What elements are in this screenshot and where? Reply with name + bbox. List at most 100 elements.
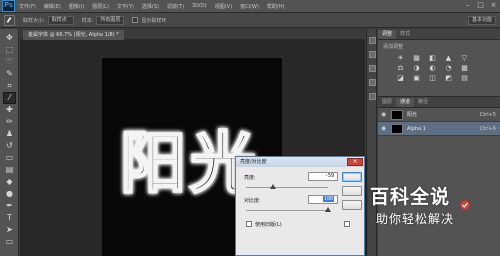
paragraph-panel-icon[interactable] [369, 93, 376, 100]
channel-row[interactable]: ◉ Alpha 1 Ctrl+6 [378, 122, 500, 136]
watermark: 百科全说 助你轻松解决 [364, 178, 496, 234]
character-panel-icon[interactable] [369, 79, 376, 86]
tab-layers[interactable]: 图层 [378, 98, 396, 107]
visibility-eye-icon[interactable]: ◉ [381, 111, 388, 118]
contrast-slider-track[interactable] [246, 210, 328, 211]
window-controls: – □ × [464, 2, 497, 9]
tab-adjustments[interactable]: 调整 [378, 30, 397, 39]
dialog-title-bar: 亮度/对比度 × [236, 157, 364, 167]
brightness-slider-track[interactable] [246, 187, 328, 188]
menu-3d[interactable]: 3D(D) [188, 3, 211, 9]
legacy-checkbox[interactable] [246, 221, 252, 227]
pen-tool-icon[interactable]: ✒ [4, 201, 15, 211]
brightness-input[interactable]: -59 [308, 172, 338, 181]
brightness-slider-thumb[interactable] [270, 184, 276, 189]
tab-styles[interactable]: 样式 [396, 30, 414, 39]
vibrance-adjust-icon[interactable]: ▽ [460, 54, 469, 62]
channel-name: 阳光 [407, 112, 418, 118]
show-ring-checkbox[interactable] [132, 17, 139, 23]
preview-checkbox[interactable] [344, 221, 350, 227]
history-panel-icon[interactable] [369, 37, 376, 44]
menu-select[interactable]: 选择(S) [138, 3, 163, 10]
color-balance-adjust-icon[interactable]: ⚖ [396, 64, 405, 72]
move-tool-icon[interactable]: ✥ [4, 33, 15, 43]
eyedropper-tool-icon[interactable] [4, 14, 15, 26]
close-icon[interactable]: × [490, 2, 497, 9]
auto-button[interactable] [342, 200, 362, 210]
options-bar: 取样大小: 取样点 样本: 所有图层 显示取样环 基本功能 [0, 13, 500, 28]
show-ring-label: 显示取样环 [141, 17, 167, 24]
posterize-adjust-icon[interactable]: ▣ [412, 74, 421, 82]
gradient-tool-icon[interactable]: ▤ [4, 165, 15, 175]
stamp-tool-icon[interactable]: ♟ [4, 129, 15, 139]
workspace-select[interactable]: 基本功能 [467, 16, 496, 25]
channel-shortcut: Ctrl+5 [479, 112, 496, 118]
selective-color-adjust-icon[interactable]: ▤ [460, 74, 469, 82]
eraser-tool-icon[interactable]: ▭ [4, 153, 15, 163]
contrast-slider-thumb[interactable] [325, 207, 331, 212]
channel-shortcut: Ctrl+6 [479, 126, 496, 132]
sample-label: 样本: [81, 17, 94, 24]
ok-button[interactable] [342, 172, 362, 182]
swatches-panel-icon[interactable] [369, 65, 376, 72]
menu-view[interactable]: 视图(V) [211, 3, 236, 10]
menu-file[interactable]: 文件(F) [15, 3, 40, 10]
menu-filter[interactable]: 滤镜(T) [163, 3, 188, 10]
path-select-tool-icon[interactable]: ➤ [4, 225, 15, 235]
eyedropper-tool-icon[interactable]: ⁄ [3, 92, 16, 104]
quick-select-tool-icon[interactable]: ✎ [4, 69, 15, 79]
visibility-eye-icon[interactable]: ◉ [381, 125, 388, 132]
contrast-input[interactable]: 100 [308, 195, 338, 204]
cancel-button[interactable] [342, 186, 362, 196]
close-icon[interactable]: × [347, 158, 363, 166]
menu-layer[interactable]: 图层(L) [88, 3, 113, 10]
black-white-adjust-icon[interactable]: ◐ [428, 64, 437, 72]
contrast-value: 100 [322, 196, 334, 202]
menu-image[interactable]: 图像(I) [65, 3, 88, 10]
blur-tool-icon[interactable]: ◆ [4, 177, 15, 187]
channel-row[interactable]: ◉ 阳光 Ctrl+5 [378, 108, 500, 122]
hue-saturation-adjust-icon[interactable]: ◑ [412, 64, 421, 72]
menu-type[interactable]: 文字(Y) [113, 3, 138, 10]
curves-adjust-icon[interactable]: ◧ [428, 54, 437, 62]
brightness-contrast-dialog: 亮度/对比度 × 亮度: -59 对比度: 100 使用旧版(L) [235, 156, 365, 256]
lasso-tool-icon[interactable]: ➰ [4, 57, 15, 67]
brightness-value: -59 [324, 173, 334, 179]
tab-paths[interactable]: 路径 [414, 98, 432, 107]
shape-tool-icon[interactable]: ▭ [4, 237, 15, 247]
tab-channels[interactable]: 通道 [396, 98, 415, 107]
levels-adjust-icon[interactable]: ▦ [412, 54, 421, 62]
channel-mixer-adjust-icon[interactable]: ▩ [460, 64, 469, 72]
brightness-adjust-icon[interactable]: ☀ [396, 54, 405, 62]
document-tab[interactable]: 金属字体 @ 66.7% (阳光, Alpha 1/8) * [23, 30, 124, 40]
properties-panel-icon[interactable] [369, 51, 376, 58]
adjustment-icons: ☀ ▦ ◧ ▲ ▽ ⚖ ◑ ◐ ◔ ▩ ◪ ▣ ◫ ◩ ▤ [396, 54, 500, 82]
add-adjustment-title: 添加调整 [383, 44, 404, 50]
exposure-adjust-icon[interactable]: ▲ [444, 54, 453, 62]
threshold-adjust-icon[interactable]: ◫ [428, 74, 437, 82]
sample-size-select[interactable]: 取样点 [47, 15, 74, 25]
sample-select[interactable]: 所有图层 [96, 15, 125, 25]
invert-adjust-icon[interactable]: ◪ [396, 74, 405, 82]
channel-name: Alpha 1 [407, 126, 426, 132]
gradient-map-adjust-icon[interactable]: ◩ [444, 74, 453, 82]
dialog-title: 亮度/对比度 [240, 159, 267, 165]
brightness-label: 亮度: [244, 175, 256, 181]
minimize-icon[interactable]: – [464, 2, 471, 9]
dodge-tool-icon[interactable]: ● [4, 189, 15, 199]
document-tab-bar: 金属字体 @ 66.7% (阳光, Alpha 1/8) * [20, 29, 365, 40]
history-brush-tool-icon[interactable]: ↺ [4, 141, 15, 151]
brush-tool-icon[interactable]: ✏ [4, 117, 15, 127]
crop-tool-icon[interactable]: ⌗ [4, 81, 15, 91]
channel-thumbnail [391, 110, 403, 120]
marquee-tool-icon[interactable]: ⬚ [4, 45, 15, 55]
photoshop-logo: Ps [2, 0, 15, 12]
healing-tool-icon[interactable]: ✚ [4, 105, 15, 115]
type-tool-icon[interactable]: T [4, 213, 15, 223]
photo-filter-adjust-icon[interactable]: ◔ [444, 64, 453, 72]
menu-window[interactable]: 窗口(W) [236, 3, 263, 10]
menu-help[interactable]: 帮助(H) [263, 3, 289, 10]
contrast-label: 对比度: [244, 198, 261, 204]
maximize-icon[interactable]: □ [477, 2, 484, 9]
menu-edit[interactable]: 编辑(E) [40, 3, 65, 10]
